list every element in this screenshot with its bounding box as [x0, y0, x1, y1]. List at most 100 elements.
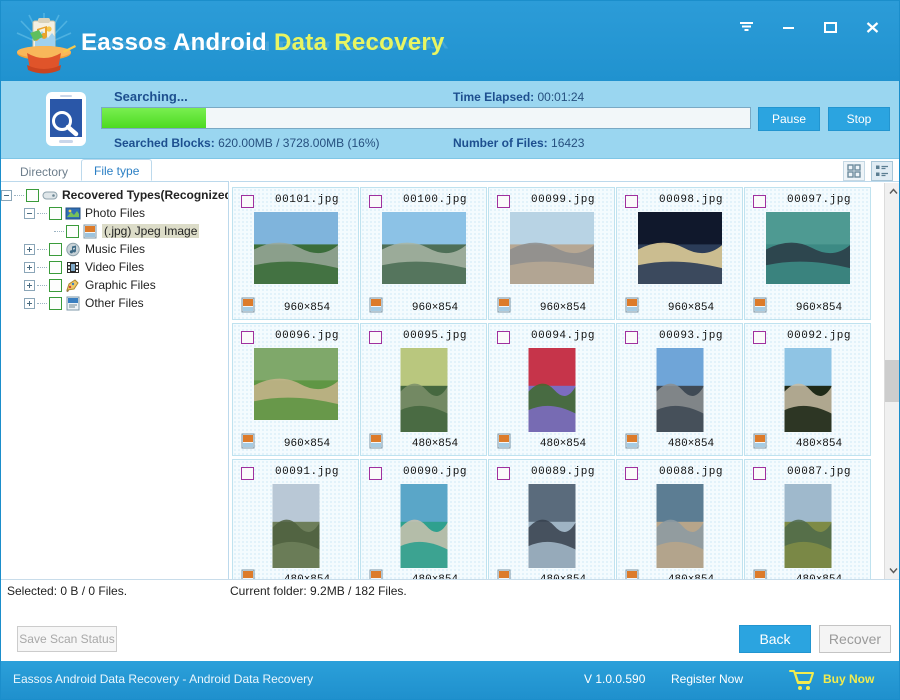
minimize-icon[interactable] [771, 13, 805, 41]
expand-icon[interactable] [24, 262, 35, 273]
tab-file-type[interactable]: File type [81, 159, 152, 181]
file-cell[interactable]: 00101.jpg960×854 [232, 187, 359, 320]
file-checkbox[interactable] [625, 195, 638, 208]
file-thumbnail [400, 348, 447, 435]
file-checkbox[interactable] [625, 331, 638, 344]
register-now-link[interactable]: Register Now [671, 672, 743, 686]
main-content: DirectoryFile type Recovered Types(Recog… [1, 159, 900, 579]
jpeg-file-icon [625, 297, 640, 313]
save-scan-status-button[interactable]: Save Scan Status [17, 626, 117, 652]
file-thumbnail [400, 484, 447, 571]
file-checkbox[interactable] [497, 467, 510, 480]
file-list-scrollbar[interactable] [884, 183, 900, 579]
file-checkbox[interactable] [241, 195, 254, 208]
scan-status-label: Searching... [114, 89, 188, 104]
file-checkbox[interactable] [241, 467, 254, 480]
file-cell[interactable]: 00093.jpg480×854 [616, 323, 743, 456]
tree-item-graphic-files[interactable]: Graphic Files [1, 276, 228, 294]
tree-item-checkbox[interactable] [26, 189, 39, 202]
file-name: 00100.jpg [389, 194, 481, 206]
file-cell[interactable]: 00090.jpg480×854 [360, 459, 487, 579]
collapse-icon[interactable] [1, 190, 12, 201]
tree-item-checkbox[interactable] [49, 297, 62, 310]
file-cell[interactable]: 00099.jpg960×854 [488, 187, 615, 320]
file-checkbox[interactable] [497, 331, 510, 344]
file-name: 00094.jpg [517, 330, 609, 342]
maximize-icon[interactable] [813, 13, 847, 41]
tree-item-music-files[interactable]: Music Files [1, 240, 228, 258]
file-cell[interactable]: 00097.jpg960×854 [744, 187, 871, 320]
file-checkbox[interactable] [369, 195, 382, 208]
tree-item-other-files[interactable]: Other Files [1, 294, 228, 312]
tree-connector [54, 231, 64, 232]
file-name: 00088.jpg [645, 466, 737, 478]
tree-item-checkbox[interactable] [49, 243, 62, 256]
tree-item-checkbox[interactable] [49, 207, 62, 220]
scroll-up-icon[interactable] [885, 183, 900, 200]
file-type-tree-pane: Recovered Types(Recognized Photo Files(.j… [1, 181, 229, 579]
file-cell[interactable]: 00095.jpg480×854 [360, 323, 487, 456]
file-cell[interactable]: 00089.jpg480×854 [488, 459, 615, 579]
file-cell[interactable]: 00100.jpg960×854 [360, 187, 487, 320]
file-thumbnail [784, 484, 831, 571]
file-cell[interactable]: 00091.jpg480×854 [232, 459, 359, 579]
status-bar: Selected: 0 B / 0 Files. Current folder:… [1, 579, 900, 601]
file-checkbox[interactable] [369, 467, 382, 480]
file-thumbnail [272, 484, 319, 571]
file-checkbox[interactable] [753, 467, 766, 480]
tree-item-photo-files[interactable]: Photo Files [1, 204, 228, 222]
tree-item-checkbox[interactable] [49, 279, 62, 292]
jpeg-file-icon [241, 433, 256, 449]
scrollbar-track[interactable] [885, 200, 900, 562]
tab-directory[interactable]: Directory [7, 161, 81, 181]
shopping-cart-icon[interactable] [789, 668, 815, 692]
page-title: Eassos Android Data Recovery [81, 29, 445, 57]
footer-version: V 1.0.0.590 [584, 672, 645, 686]
scrollbar-thumb[interactable] [885, 360, 900, 402]
tree-item-checkbox[interactable] [49, 261, 62, 274]
expand-icon[interactable] [24, 244, 35, 255]
expand-icon[interactable] [24, 298, 35, 309]
close-icon[interactable] [855, 13, 889, 41]
window-controls [729, 13, 889, 41]
file-name: 00098.jpg [645, 194, 737, 206]
buy-now-link[interactable]: Buy Now [823, 672, 874, 686]
collapse-icon[interactable] [24, 208, 35, 219]
file-cell[interactable]: 00092.jpg480×854 [744, 323, 871, 456]
file-checkbox[interactable] [753, 195, 766, 208]
list-icon[interactable] [871, 161, 893, 181]
grid-icon[interactable] [843, 161, 865, 181]
expand-icon[interactable] [24, 280, 35, 291]
tree-connector [37, 213, 47, 214]
scroll-down-icon[interactable] [885, 562, 900, 579]
file-cell[interactable]: 00088.jpg480×854 [616, 459, 743, 579]
file-cell[interactable]: 00094.jpg480×854 [488, 323, 615, 456]
tree-item-jpg-jpeg-image[interactable]: (.jpg) Jpeg Image [1, 222, 228, 240]
file-checkbox[interactable] [241, 331, 254, 344]
file-checkbox[interactable] [753, 331, 766, 344]
file-name: 00096.jpg [261, 330, 353, 342]
file-checkbox[interactable] [497, 195, 510, 208]
file-checkbox[interactable] [625, 467, 638, 480]
number-of-files-value: 16423 [551, 136, 584, 150]
tree-connector [14, 195, 24, 196]
file-thumbnail [382, 212, 466, 287]
back-button[interactable]: Back [739, 625, 811, 653]
stop-button[interactable]: Stop [828, 107, 890, 131]
jpeg-file-icon [241, 297, 256, 313]
file-cell[interactable]: 00098.jpg960×854 [616, 187, 743, 320]
tree-item-label: Recovered Types(Recognized [62, 188, 229, 202]
file-name: 00101.jpg [261, 194, 353, 206]
recover-button[interactable]: Recover [819, 625, 891, 653]
pause-button[interactable]: Pause [758, 107, 820, 131]
file-cell[interactable]: 00096.jpg960×854 [232, 323, 359, 456]
tree-item-recovered-types-recognized[interactable]: Recovered Types(Recognized [1, 186, 228, 204]
tree-item-video-files[interactable]: Video Files [1, 258, 228, 276]
file-cell[interactable]: 00087.jpg480×854 [744, 459, 871, 579]
collapse-icon[interactable] [729, 13, 763, 41]
jpeg-file-icon [369, 297, 384, 313]
file-name: 00087.jpg [773, 466, 865, 478]
tab-bar: DirectoryFile type [7, 159, 152, 181]
tree-item-checkbox[interactable] [66, 225, 79, 238]
file-checkbox[interactable] [369, 331, 382, 344]
